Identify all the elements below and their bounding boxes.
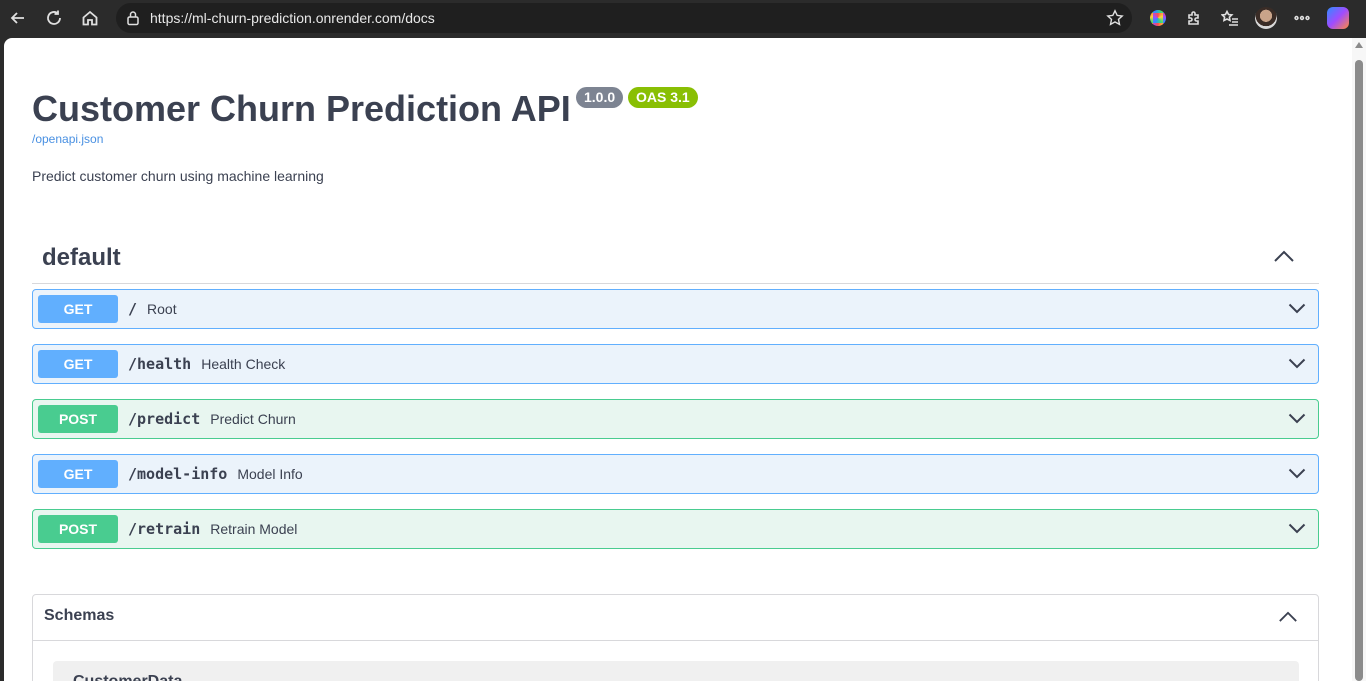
url-text: https://ml-churn-prediction.onrender.com… [150, 10, 435, 26]
copilot-icon [1327, 7, 1349, 29]
color-extension-button[interactable] [1140, 0, 1176, 36]
schemas-title: Schemas [44, 607, 115, 624]
page-title: Customer Churn Prediction API [32, 88, 571, 129]
operation-post-retrain[interactable]: POST /retrain Retrain Model [32, 509, 1319, 549]
more-dots-icon [1294, 15, 1310, 21]
operation-path: /retrain [128, 520, 201, 538]
favorites-list-icon [1221, 9, 1238, 26]
address-bar[interactable]: https://ml-churn-prediction.onrender.com… [116, 3, 1132, 33]
refresh-icon [47, 10, 61, 25]
operation-path: /predict [128, 410, 201, 428]
oas-badge: OAS 3.1 [628, 87, 698, 108]
operation-post-predict[interactable]: POST /predict Predict Churn [32, 399, 1319, 439]
color-circle-icon [1150, 10, 1166, 26]
home-icon [82, 10, 98, 26]
operation-summary: Retrain Model [210, 521, 298, 537]
toolbar-right [1140, 0, 1356, 36]
openapi-json-link[interactable]: /openapi.json [32, 132, 103, 146]
back-button[interactable] [0, 0, 36, 36]
schemas-section: Schemas CustomerData [32, 594, 1319, 681]
operation-path: / [128, 300, 138, 318]
chevron-down-icon[interactable] [1288, 522, 1306, 534]
chevron-down-icon[interactable] [1288, 302, 1306, 314]
extensions-button[interactable] [1176, 0, 1212, 36]
method-badge: POST [38, 405, 118, 433]
api-description: Predict customer churn using machine lea… [32, 168, 324, 184]
chevron-down-icon[interactable] [1288, 357, 1306, 369]
home-button[interactable] [72, 0, 108, 36]
scrollbar[interactable] [1352, 38, 1366, 681]
chevron-up-icon[interactable] [1273, 249, 1295, 263]
operation-summary: Model Info [237, 466, 303, 482]
operation-summary: Predict Churn [210, 411, 296, 427]
section-title: default [42, 244, 121, 271]
avatar [1255, 7, 1277, 29]
method-badge: GET [38, 295, 118, 323]
method-badge: GET [38, 460, 118, 488]
chevron-down-icon[interactable] [1288, 412, 1306, 424]
operation-get-model-info[interactable]: GET /model-info Model Info [32, 454, 1319, 494]
schema-item[interactable]: CustomerData [53, 661, 1299, 681]
chevron-up-icon[interactable] [1278, 610, 1298, 623]
section-default-header[interactable]: default [32, 233, 1319, 284]
page-viewport: Customer Churn Prediction API 1.0.0 OAS … [4, 38, 1366, 681]
operation-summary: Health Check [201, 356, 286, 372]
scroll-up-arrow-icon[interactable] [1355, 42, 1363, 48]
puzzle-icon [1188, 11, 1199, 25]
profile-button[interactable] [1248, 0, 1284, 36]
schema-name: CustomerData [73, 673, 182, 681]
schemas-header[interactable]: Schemas [33, 595, 1318, 641]
more-menu-button[interactable] [1284, 0, 1320, 36]
operation-path: /health [128, 355, 192, 373]
operation-get-root[interactable]: GET / Root [32, 289, 1319, 329]
operation-path: /model-info [128, 465, 228, 483]
copilot-button[interactable] [1320, 0, 1356, 36]
favorite-star-icon[interactable] [1106, 9, 1124, 27]
favorites-button[interactable] [1212, 0, 1248, 36]
operation-summary: Root [147, 301, 177, 317]
arrow-left-icon [10, 12, 24, 24]
scrollbar-thumb[interactable] [1355, 60, 1363, 681]
refresh-button[interactable] [36, 0, 72, 36]
method-badge: POST [38, 515, 118, 543]
lock-icon [127, 11, 139, 26]
method-badge: GET [38, 350, 118, 378]
operation-get-health[interactable]: GET /health Health Check [32, 344, 1319, 384]
browser-toolbar: https://ml-churn-prediction.onrender.com… [0, 0, 1366, 36]
version-badge: 1.0.0 [576, 87, 624, 108]
chevron-down-icon[interactable] [1288, 467, 1306, 479]
